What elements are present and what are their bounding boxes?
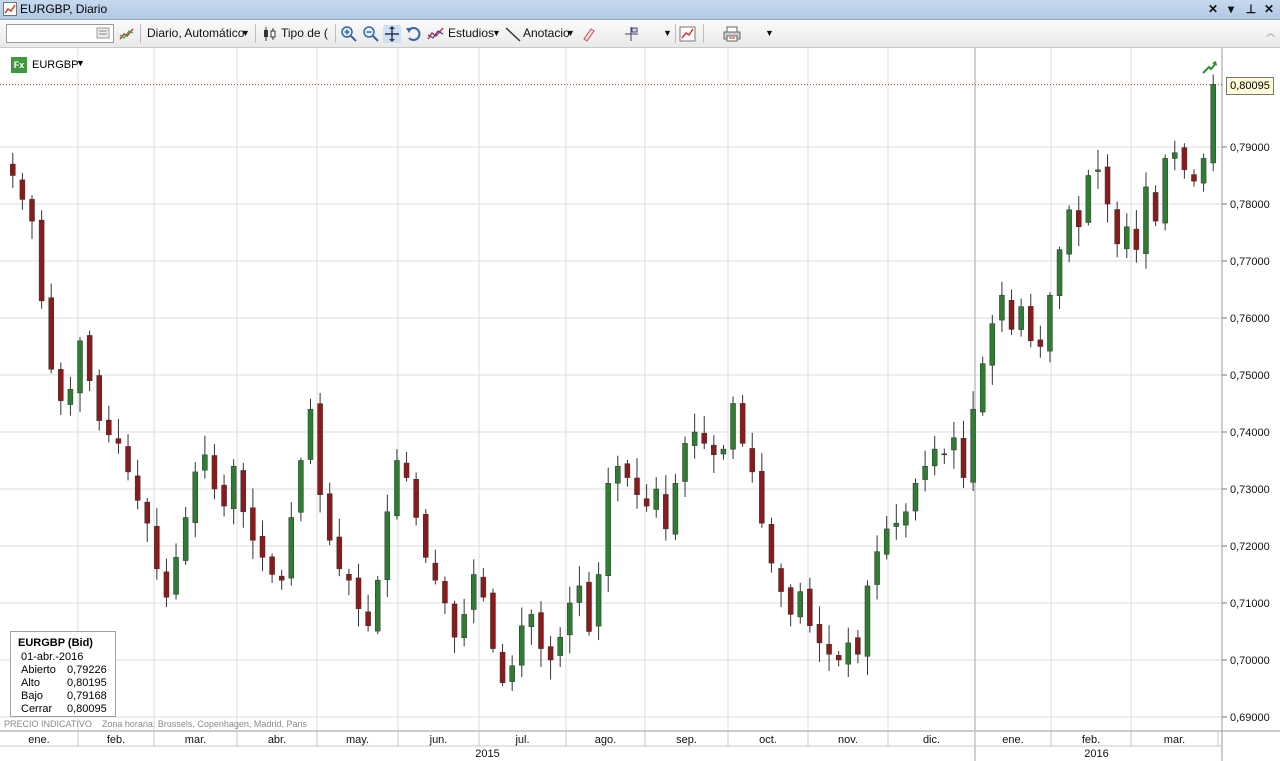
y-tick-label: 0,71000 (1230, 598, 1270, 610)
price-chart[interactable]: 0,69000 0,70000 0,71000 0,72000 0,73000 0,740… (0, 48, 1280, 761)
symbol-dropdown-icon[interactable]: ▼ (76, 58, 85, 68)
high-label: Alto (21, 677, 40, 689)
year-label: 2015 (475, 748, 499, 760)
indicator-wizard-icon[interactable] (118, 25, 136, 43)
data-window-title: EURGBP (Bid) (18, 637, 93, 649)
fx-badge-icon: Fx (11, 57, 27, 73)
print-dropdown-icon[interactable]: ▼ (765, 20, 774, 47)
pan-icon[interactable] (383, 25, 401, 43)
chart-app-icon (3, 2, 17, 16)
annotation-menu[interactable]: Anotacio (523, 20, 570, 47)
candle (490, 588, 496, 653)
month-label: dic. (923, 734, 940, 746)
interval-selector[interactable]: Diario, Automático (147, 20, 244, 47)
y-tick-label: 0,78000 (1230, 199, 1270, 211)
annotation-dropdown-icon[interactable]: ▼ (566, 20, 575, 47)
collapse-toolbar-icon[interactable]: ︿ (1266, 20, 1275, 47)
candle (1162, 154, 1168, 231)
candle (413, 472, 419, 526)
year-labels: 2015 2016 (475, 748, 1108, 760)
last-price-tag: 0,80095 (1226, 77, 1274, 95)
low-value: 0,79168 (67, 690, 107, 702)
timezone-note: Zona horaria: Brussels, Copenhagen, Madr… (101, 719, 307, 729)
candle (1085, 169, 1092, 226)
month-label: ene. (1002, 734, 1023, 746)
y-tick-label: 0,75000 (1230, 370, 1270, 382)
y-tick-label: 0,79000 (1230, 142, 1270, 154)
low-label: Bajo (21, 690, 44, 702)
tools-dropdown-icon[interactable]: ▼ (663, 20, 672, 47)
data-window: EURGBP (Bid) 01-abr.-2016 Abierto 0,7922… (10, 631, 116, 717)
annotation-line-icon (505, 27, 521, 42)
title-bar: EURGBP, Diario ✕ ▾ ⊥ ✕ (0, 0, 1280, 20)
month-label: feb. (1082, 734, 1100, 746)
window-title: EURGBP, Diario (20, 2, 108, 16)
open-label: Abierto (21, 664, 56, 676)
month-label: mar. (1164, 734, 1185, 746)
symbol-name: EURGBP (32, 59, 79, 71)
print-icon[interactable] (723, 25, 741, 43)
interval-dropdown-icon[interactable]: ▼ (241, 20, 250, 47)
candle (605, 467, 611, 592)
chart-type-selector[interactable]: Tipo de ( (281, 20, 328, 47)
y-tick-label: 0,72000 (1230, 541, 1270, 553)
candle (374, 575, 381, 635)
year-label: 2016 (1084, 748, 1108, 760)
candle (672, 473, 679, 541)
candle (317, 392, 323, 513)
menu-dropdown-icon[interactable]: ▾ (1223, 1, 1239, 17)
y-tick-label: 0,73000 (1230, 484, 1270, 496)
month-label: sep. (676, 734, 697, 746)
detach-window-icon[interactable]: ✕ (1205, 1, 1221, 17)
chart-settings-icon[interactable] (679, 25, 697, 43)
chart-footnote: PRECIO INDICATIVO Zona horaria: Brussels,… (4, 719, 307, 729)
y-tick-label: 0,74000 (1230, 427, 1270, 439)
chart-toolbar: Diario, Automático ▼ Tipo de ( Estudios … (0, 20, 1280, 48)
month-label: oct. (759, 734, 777, 746)
studies-menu[interactable]: Estudios (448, 20, 494, 47)
candlestick-icon (264, 27, 276, 41)
y-tick-label: 0,77000 (1230, 256, 1270, 268)
month-label: jul. (514, 734, 529, 746)
month-label: ago. (595, 734, 616, 746)
month-label: abr. (268, 734, 286, 746)
candle (979, 356, 986, 416)
studies-dropdown-icon[interactable]: ▼ (492, 20, 501, 47)
candle (1066, 205, 1072, 263)
zoom-out-icon[interactable] (362, 25, 380, 43)
open-value: 0,79226 (67, 664, 107, 676)
candle (298, 457, 304, 522)
x-axis-labels: ene. feb. mar. abr. may. jun. jul. ago. sep. oct.… (28, 731, 1219, 746)
price-note: PRECIO INDICATIVO (4, 719, 92, 729)
month-label: ene. (28, 734, 49, 746)
close-window-button[interactable]: ✕ (1261, 1, 1277, 17)
month-label: mar. (185, 734, 206, 746)
candle (38, 210, 45, 309)
candle (1210, 74, 1216, 172)
pin-window-icon[interactable]: ⊥ (1243, 1, 1259, 17)
eraser-icon[interactable] (579, 25, 597, 43)
month-label: nov. (838, 734, 858, 746)
month-label: jun. (429, 734, 448, 746)
y-tick-label: 0,70000 (1230, 655, 1270, 667)
symbol-lookup-icon[interactable] (96, 26, 110, 40)
candle (422, 509, 429, 564)
data-window-date: 01-abr.-2016 (21, 651, 84, 663)
month-label: feb. (107, 734, 125, 746)
reset-zoom-icon[interactable] (405, 25, 423, 43)
month-label: may. (346, 734, 369, 746)
crosshair-tool-icon[interactable] (622, 25, 640, 43)
close-label: Cerrar (21, 703, 53, 715)
high-value: 0,80195 (67, 677, 107, 689)
zoom-in-icon[interactable] (340, 25, 358, 43)
close-value: 0,80095 (67, 703, 107, 715)
studies-icon (427, 27, 444, 40)
y-tick-label: 0,76000 (1230, 313, 1270, 325)
y-tick-label: 0,69000 (1230, 712, 1270, 724)
